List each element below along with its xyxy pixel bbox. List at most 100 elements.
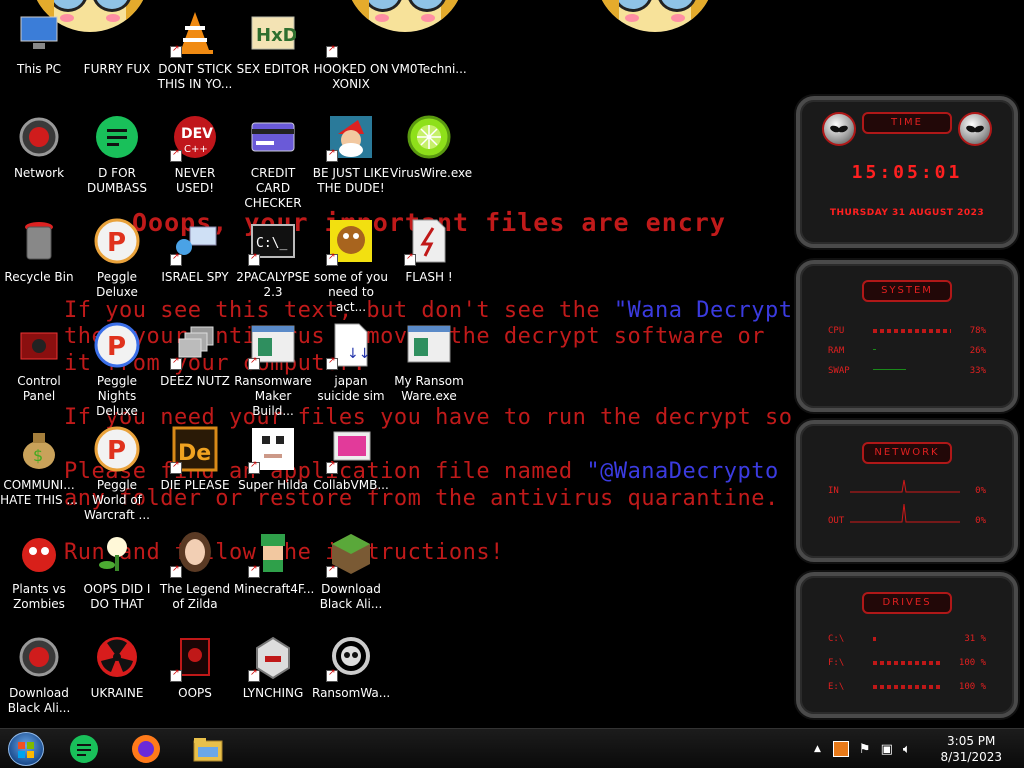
swap-row: SWAP 33% [828,366,986,376]
money-bag-icon: $ [14,424,64,474]
drive-e-label: E:\ [828,682,845,692]
desktop-icon-credit-card-checker[interactable]: CREDIT CARD CHECKER [234,104,312,210]
taskbar-clock[interactable]: 3:05 PM 8/31/2023 [940,733,1002,765]
taskbar-d-app[interactable] [66,733,102,765]
icon-label: OOPS DID I DO THAT [83,582,151,611]
taskbar-firefox[interactable] [128,733,164,765]
this-pc-icon [14,8,64,58]
start-button[interactable] [8,732,44,766]
svg-text:C:\_: C:\_ [256,236,287,251]
desktop-icon-ransomwa[interactable]: RansomWa... [312,624,390,724]
desktop-icon-ransomware-maker[interactable]: Ransomware Maker Build... [234,312,312,418]
shortcut-arrow-icon [248,356,260,370]
icon-label: DEEZ NUTZ [160,374,230,388]
desktop-icon-legend-of-zilda[interactable]: Minecraft4F... [234,520,314,620]
icon-label: My Ransom Ware.exe [394,374,464,403]
shortcut-arrow-icon [404,252,416,266]
desktop-icon-viruswire[interactable]: VirusWire.exe [390,104,472,204]
desktop-icon-never-used[interactable]: DEV C++ NEVER USED! [156,104,234,204]
spy-icon [170,216,220,266]
time-gadget-date: THURSDAY 31 AUGUST 2023 [829,208,985,218]
icon-label: CollabVMB... [313,478,389,492]
network-gadget-title: NETWORK [862,442,952,464]
desktop-icon-hooked-on-xonix[interactable]: HOOKED ON XONIX [312,0,390,100]
show-hidden-icons-icon[interactable]: ▲ [814,744,821,754]
desktop-icon-be-just-like[interactable]: BE JUST LIKE THE DUDE! [312,104,390,204]
desktop-icon-plants-vs-zombies[interactable]: OOPS DID I DO THAT [78,520,156,620]
minecraft-icon [326,528,376,578]
drive-f-bar [873,661,941,665]
clock-date: 8/31/2023 [940,750,1002,764]
network-tray-icon[interactable]: ▣ [881,742,893,757]
desktop-icon-israel-spy[interactable]: ISRAEL SPY [156,208,234,308]
oops-icon [170,632,220,682]
desktop-icon-peggle-wow[interactable]: P Peggle World of Warcraft ... [78,416,156,522]
svg-text:P: P [107,436,126,466]
shortcut-arrow-icon [326,668,338,682]
desktop-icon-lynching[interactable]: LYNCHING [234,624,312,724]
icon-label: some of you need to act... [314,270,388,314]
furry-fux-icon [92,8,142,58]
svg-text:HxD: HxD [256,25,296,46]
network-icon [14,112,64,162]
desktop-icon-dont-stick[interactable]: DONT STICK THIS IN YO... [156,0,234,100]
desktop-icon-2pacalypse[interactable]: C:\_ 2PACALYPSE 2.3 [234,208,312,308]
desktop-icon-some-of-you[interactable]: some of you need to act... [312,208,390,314]
cmd-icon: C:\_ [248,216,298,266]
flag-icon[interactable]: ⚑ [859,742,871,757]
desktop-icon-chuzzin[interactable]: Plants vs Zombies [0,520,78,620]
desktop-icon-recycle-bin[interactable]: Recycle Bin [0,208,78,308]
alien-icon [14,632,64,682]
desktop-icon-furry-fux[interactable]: FURRY FUX [78,0,156,100]
shortcut-arrow-icon [170,44,182,58]
peggle-nights-icon: P [92,320,142,370]
icon-label: Download Black Ali... [7,686,71,715]
desktop-icon-oops[interactable]: OOPS [156,624,234,724]
desktop-icon-vm0techni[interactable]: VM0Techni... [390,0,468,100]
tray-app-icon[interactable] [832,741,849,757]
shortcut-arrow-icon [170,460,182,474]
collabvm-icon [326,424,376,474]
desktop-icon-minecraft[interactable]: Download Black Ali... [312,520,390,620]
network-out-label: OUT [828,516,845,526]
taskbar: ▲ ⚑ ▣ 🔈︎ 3:05 PM 8/31/2023 [0,728,1024,768]
desktop-icon-flash[interactable]: FLASH ! [390,208,468,308]
desktop-icon-ukraine[interactable]: UKRAINE [78,624,156,724]
desktop-icon-super-hilda[interactable]: Super Hilda [234,416,312,516]
drive-f-label: F:\ [828,658,845,668]
desktop-icon-die-please[interactable]: De DIE PLEASE [156,416,234,516]
volume-icon[interactable]: 🔈︎ [903,742,911,757]
desktop-icon-collabvm[interactable]: CollabVMB... [312,416,390,516]
drives-gadget: DRIVES C:\ 31 % F:\ 100 % E:\ 100 % [796,572,1018,718]
taskbar-file-explorer[interactable] [190,733,226,765]
alien-head-icon [822,112,856,146]
desktop-icon-d-for-dumbass[interactable]: D FOR DUMBASS [78,104,156,204]
svg-text:P: P [107,332,126,362]
hilda-icon [248,424,298,474]
desktop-icon-peggle-deluxe[interactable]: P Peggle Deluxe [78,208,156,308]
wallpaper-anime-face [595,0,715,32]
desktop-icon-control-panel[interactable]: Control Panel [0,312,78,412]
system-tray: ▲ ⚑ ▣ 🔈︎ [814,729,944,768]
desktop-icon-this-pc[interactable]: This PC [0,0,78,100]
desktop-icon-my-ransom-ware[interactable]: My Ransom Ware.exe [390,312,468,412]
icon-label: HOOKED ON XONIX [313,62,389,91]
desktop-icon-japan-suicide-sim[interactable]: ↓↓ japan suicide sim [312,312,390,412]
desktop-icon-oops-did-i[interactable]: The Legend of Zilda [156,520,234,620]
document-icon: ↓↓ [326,320,376,370]
desktop-icon-network[interactable]: Network [0,104,78,204]
desktop-icon-peggle-nights[interactable]: P Peggle Nights Deluxe [78,312,156,418]
desktop-icon-download-black-alien[interactable]: Download Black Ali... [0,624,78,724]
shortcut-arrow-icon [248,460,260,474]
desktop-icon-communi[interactable]: $ COMMUNI... HATE THIS ... [0,416,78,516]
desktop-icon-sex-editor[interactable]: HxD SEX EDITOR [234,0,312,100]
shortcut-arrow-icon [326,356,338,370]
drive-e-row: E:\ 100 % [828,682,986,692]
cpu-row: CPU 78% [828,326,986,336]
icon-label: This PC [17,62,61,76]
shortcut-arrow-icon [170,356,182,370]
desktop-icon-deez-nutz[interactable]: DEEZ NUTZ [156,312,234,412]
svg-text:↓↓: ↓↓ [347,346,370,362]
network-gadget: NETWORK IN 0% OUT 0% [796,420,1018,562]
cpu-bar [873,329,951,333]
